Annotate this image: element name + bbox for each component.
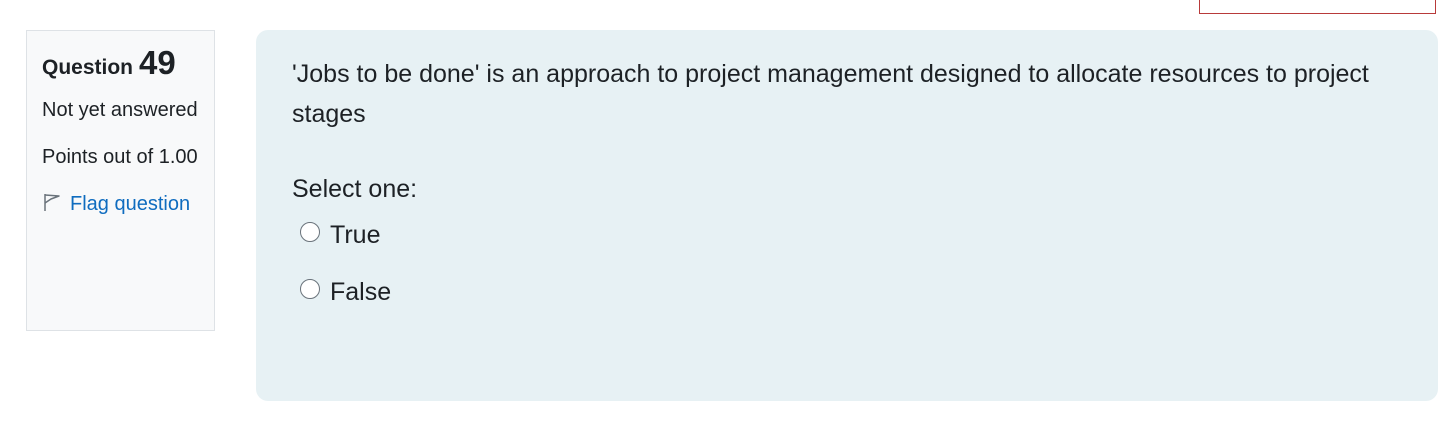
question-number: 49 (139, 44, 176, 81)
question-number-heading: Question 49 (42, 45, 199, 86)
flag-icon (42, 190, 62, 211)
question-label: Question (42, 56, 134, 79)
flag-question-link[interactable]: Flag question (42, 188, 199, 220)
flag-question-label: Flag question (70, 193, 191, 215)
question-info-panel: Question 49 Not yet answered Points out o… (26, 30, 215, 331)
answer-label-true[interactable]: True (330, 216, 380, 254)
question-state: Not yet answered (42, 99, 198, 121)
top-right-bordered-box (1199, 0, 1436, 14)
radio-false[interactable] (300, 279, 320, 299)
question-grade: Points out of 1.00 (42, 146, 198, 168)
question-content: 'Jobs to be done' is an approach to proj… (256, 30, 1438, 401)
answer-option-true[interactable]: True (292, 216, 1418, 254)
radio-true[interactable] (300, 222, 320, 242)
answer-label-false[interactable]: False (330, 273, 391, 311)
answer-option-false[interactable]: False (292, 273, 1418, 311)
question-text: 'Jobs to be done' is an approach to proj… (292, 60, 1369, 128)
answer-prompt: Select one: (292, 175, 418, 203)
